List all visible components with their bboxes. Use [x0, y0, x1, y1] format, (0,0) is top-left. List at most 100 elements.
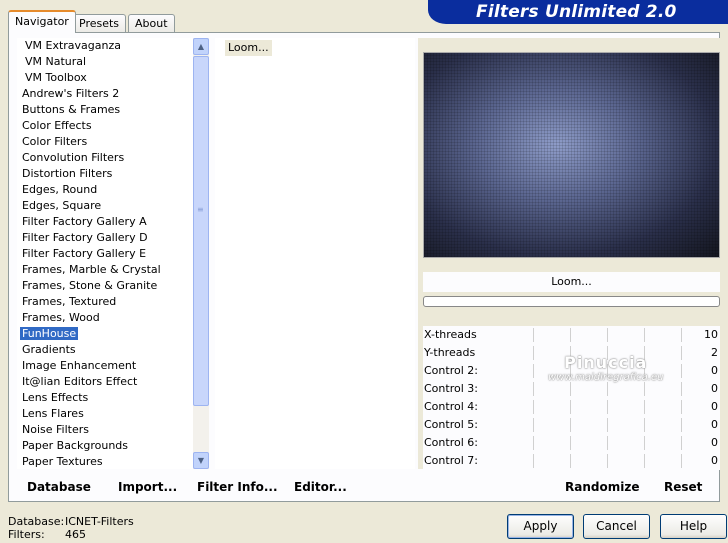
category-item[interactable]: Lens Flares [17, 406, 193, 422]
category-item[interactable]: Frames, Wood [17, 310, 193, 326]
category-item[interactable]: Edges, Square [17, 198, 193, 214]
tab-navigator[interactable]: Navigator [8, 10, 76, 33]
category-item[interactable]: It@lian Editors Effect [17, 374, 193, 390]
category-scrollbar[interactable]: ▲ ≡ ▼ [193, 38, 209, 469]
category-item[interactable]: Edges, Round [17, 182, 193, 198]
category-label: Color Filters [22, 135, 88, 148]
control-slider[interactable]: Control 5: 0 [423, 416, 720, 434]
control-slider[interactable]: X-threads 10 [423, 326, 720, 344]
randomize-button[interactable]: Randomize [565, 480, 639, 494]
status-info: Database:ICNET-Filters Filters: 465 [8, 515, 134, 541]
control-track[interactable] [497, 382, 690, 396]
progress-bar [423, 296, 720, 307]
category-label: Buttons & Frames [22, 103, 121, 116]
category-label: Filter Factory Gallery E [22, 247, 147, 260]
category-label: Edges, Round [22, 183, 98, 196]
category-item[interactable]: Gradients [17, 342, 193, 358]
watermark-name: Pinuccia [564, 353, 648, 372]
category-label: Filter Factory Gallery D [22, 231, 148, 244]
category-item[interactable]: Noise Filters [17, 422, 193, 438]
watermark-url: www.maidiregrafica.eu [548, 372, 664, 383]
control-slider[interactable]: Control 4: 0 [423, 398, 720, 416]
scroll-grip-icon: ≡ [197, 205, 204, 214]
control-value: 10 [704, 328, 718, 341]
category-item[interactable]: VM Toolbox [17, 70, 193, 86]
filters-count: 465 [65, 528, 86, 541]
filter-controls: X-threads 10 Y-threads 2 Control 2: 0 Control … [423, 326, 720, 470]
control-value: 0 [711, 436, 718, 449]
category-label: Paper Textures [22, 455, 103, 468]
watermark: Pinuccia www.maidiregrafica.eu [548, 353, 663, 383]
control-slider[interactable]: Control 7: 0 [423, 452, 720, 470]
category-label: Noise Filters [22, 423, 89, 436]
import-button[interactable]: Import... [118, 480, 177, 494]
control-label: Y-threads [424, 346, 476, 359]
category-item[interactable]: Lens Effects [17, 390, 193, 406]
category-item[interactable]: Buttons & Frames [17, 102, 193, 118]
reset-button[interactable]: Reset [664, 480, 702, 494]
control-track[interactable] [497, 454, 690, 468]
tab-presets[interactable]: Presets [72, 14, 127, 32]
category-item[interactable]: Filter Factory Gallery A [17, 214, 193, 230]
database-button[interactable]: Database [27, 480, 91, 494]
category-item[interactable]: Paper Backgrounds [17, 438, 193, 454]
category-item[interactable]: Frames, Textured [17, 294, 193, 310]
category-item[interactable]: Image Enhancement [17, 358, 193, 374]
category-item[interactable]: Distortion Filters [17, 166, 193, 182]
category-item[interactable]: Andrew's Filters 2 [17, 86, 193, 102]
control-label: Control 7: [424, 454, 478, 467]
app-brand-title: Filters Unlimited 2.0 [428, 0, 728, 24]
control-label: Control 2: [424, 364, 478, 377]
category-item[interactable]: VM Extravaganza [17, 38, 193, 54]
category-label: Frames, Wood [22, 311, 100, 324]
category-label: VM Toolbox [25, 71, 87, 84]
category-label: Gradients [22, 343, 76, 356]
tab-about[interactable]: About [128, 14, 175, 32]
category-item[interactable]: FunHouse [17, 326, 193, 342]
control-slider[interactable]: Control 6: 0 [423, 434, 720, 452]
category-item[interactable]: Convolution Filters [17, 150, 193, 166]
category-item[interactable]: Color Filters [17, 134, 193, 150]
filter-list: Loom... [215, 38, 415, 469]
control-value: 0 [711, 454, 718, 467]
control-track[interactable] [497, 328, 690, 342]
category-label: FunHouse [20, 327, 79, 340]
control-value: 2 [711, 346, 718, 359]
category-label: Edges, Square [22, 199, 102, 212]
filter-info-button[interactable]: Filter Info... [197, 480, 278, 494]
category-label: Distortion Filters [22, 167, 113, 180]
category-label: Color Effects [22, 119, 92, 132]
category-list[interactable]: VM Extravaganza VM Natural VM Toolbox Andre… [17, 38, 193, 469]
filters-label: Filters: [8, 528, 45, 541]
editor-button[interactable]: Editor... [294, 480, 347, 494]
category-label: Frames, Textured [22, 295, 117, 308]
help-button[interactable]: Help [660, 514, 727, 539]
category-item[interactable]: Frames, Marble & Crystal [17, 262, 193, 278]
filter-item-loom[interactable]: Loom... [225, 40, 272, 56]
category-label: Image Enhancement [22, 359, 137, 372]
category-label: Lens Effects [22, 391, 89, 404]
control-label: Control 4: [424, 400, 478, 413]
control-label: Control 6: [424, 436, 478, 449]
control-track[interactable] [497, 436, 690, 450]
category-label: Convolution Filters [22, 151, 125, 164]
control-track[interactable] [497, 400, 690, 414]
apply-button[interactable]: Apply [507, 514, 574, 539]
control-track[interactable] [497, 418, 690, 432]
category-item[interactable]: VM Natural [17, 54, 193, 70]
category-item[interactable]: Filter Factory Gallery D [17, 230, 193, 246]
database-value: ICNET-Filters [65, 515, 134, 528]
scroll-thumb[interactable] [193, 56, 209, 406]
preview-image [423, 52, 720, 258]
category-label: Lens Flares [22, 407, 84, 420]
category-item[interactable]: Filter Factory Gallery E [17, 246, 193, 262]
category-item[interactable]: Color Effects [17, 118, 193, 134]
control-value: 0 [711, 382, 718, 395]
cancel-button[interactable]: Cancel [583, 514, 650, 539]
category-item[interactable]: Frames, Stone & Granite [17, 278, 193, 294]
scroll-up-button[interactable]: ▲ [193, 38, 209, 55]
category-label: Frames, Stone & Granite [22, 279, 158, 292]
category-label: It@lian Editors Effect [22, 375, 138, 388]
category-item[interactable]: Paper Textures [17, 454, 193, 469]
scroll-down-button[interactable]: ▼ [193, 452, 209, 469]
